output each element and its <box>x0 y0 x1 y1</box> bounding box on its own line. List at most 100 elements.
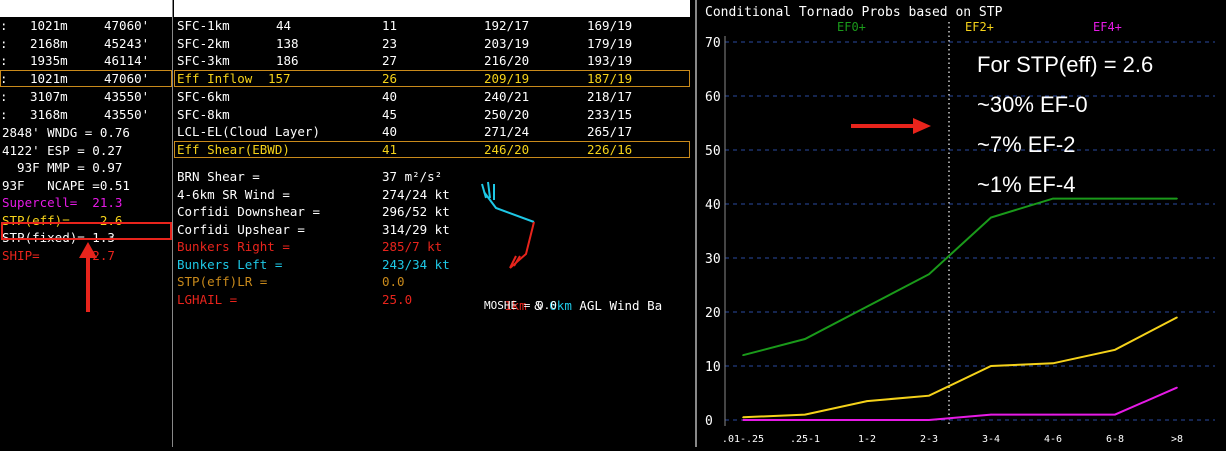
shear-value: 40 <box>382 124 398 140</box>
layer-name: SFC-2km <box>177 35 230 51</box>
data-point <box>928 419 930 421</box>
lfc-el-row: : 1935m 46114' <box>0 52 172 69</box>
param-value: 296/52 kt <box>382 204 450 219</box>
y-tick-label: 0 <box>705 414 713 429</box>
el-value: 43550' <box>104 106 150 122</box>
srw-value: 179/19 <box>587 35 633 51</box>
row-prefix: : <box>0 35 8 51</box>
srh-value: 186 <box>276 53 299 69</box>
param-value: 243/34 kt <box>382 256 450 272</box>
derived-param: Corfidi Upshear = 314/29 kt <box>174 221 474 238</box>
x-tick-label: .01-.25 <box>722 434 764 445</box>
mnwind-value: 250/20 <box>484 106 530 122</box>
param-value: 285/7 kt <box>382 239 443 254</box>
y-tick-label: 10 <box>705 360 721 375</box>
el-value: 46114' <box>104 53 150 69</box>
data-point <box>804 413 806 416</box>
data-point <box>1176 316 1178 319</box>
param-label: LGHAIL = <box>177 291 238 307</box>
shear-value: 45 <box>382 106 398 122</box>
x-tick-label: 1-2 <box>858 434 876 445</box>
data-point <box>742 354 744 357</box>
srw-value: 193/19 <box>587 53 633 69</box>
layer-name: SFC-3km <box>177 53 230 69</box>
x-tick-label: .25-1 <box>790 434 820 445</box>
mnwind-value: 216/20 <box>484 53 530 69</box>
x-tick-label: 2-3 <box>920 434 938 445</box>
el-value: 45243' <box>104 35 150 51</box>
mnwind-value: 203/19 <box>484 35 530 51</box>
param-value: 37 m²/s² <box>382 169 443 184</box>
mnwind-value: 271/24 <box>484 124 530 140</box>
row-prefix: : <box>0 53 8 69</box>
shear-row: SFC-2km 138 23 203/19 179/19 <box>174 35 690 52</box>
x-tick-label: 6-8 <box>1106 434 1124 445</box>
data-point <box>866 419 868 421</box>
shear-row: SFC-6km 40 240/21 218/17 <box>174 88 690 105</box>
right-arrow-icon <box>851 118 931 134</box>
param-label: STP(eff)LR = <box>177 274 268 289</box>
derived-param: LGHAIL = 25.0 <box>174 291 474 308</box>
data-point <box>1114 349 1116 351</box>
param-value: 25.0 <box>382 291 413 307</box>
lfc-el-row: : 1021m 47060' <box>0 17 172 34</box>
data-point <box>1176 386 1178 389</box>
chart-title: Conditional Tornado Probs based on STP <box>705 5 1003 20</box>
shear-value: 11 <box>382 18 398 33</box>
shear-row: LCL-EL(Cloud Layer) 40 271/24 265/17 <box>174 123 690 140</box>
shear-value: 40 <box>382 88 398 104</box>
lfc-el-row: : 3107m 43550' <box>0 88 172 105</box>
layer-name: LCL-EL(Cloud Layer) <box>177 124 320 140</box>
lfc-value: 3168m <box>30 106 68 122</box>
row-prefix: : <box>0 88 8 104</box>
data-point <box>1114 413 1116 416</box>
param-value: 274/24 kt <box>382 186 450 202</box>
data-point <box>990 216 992 219</box>
srh-value: 138 <box>276 35 299 51</box>
series-line <box>742 316 1178 419</box>
lfc-value: 1935m <box>30 53 68 69</box>
srw-value: 218/17 <box>587 88 633 104</box>
y-tick-label: 60 <box>705 90 721 105</box>
data-point <box>1176 197 1178 200</box>
annotation-line-3: ~7% EF-2 <box>977 132 1076 157</box>
left-highlight-row <box>0 70 172 88</box>
lfc-el-row: : 3168m 43550' <box>0 106 172 123</box>
lfc-value: 3107m <box>30 88 68 104</box>
shear-value: 23 <box>382 35 398 51</box>
wind-barbs-icon <box>481 181 535 269</box>
derived-param: Corfidi Downshear = 296/52 kt <box>174 203 474 220</box>
data-point <box>1052 362 1054 365</box>
wind-legend: 1km & 6km AGL Wind Ba <box>474 280 662 313</box>
data-point <box>1052 413 1054 416</box>
y-tick-label: 30 <box>705 252 721 267</box>
y-tick-label: 70 <box>705 36 721 51</box>
shear-row: SFC-3km 186 27 216/20 193/19 <box>174 52 690 69</box>
data-point <box>804 419 806 421</box>
lfc-value: 1021m <box>30 18 68 33</box>
layer-name: SFC-8km <box>177 106 230 122</box>
left-param: Supercell= 21.3 <box>2 195 123 210</box>
x-tick-label: >8 <box>1171 434 1183 445</box>
shear-row: SFC-8km 45 250/20 233/15 <box>174 106 690 123</box>
data-point <box>866 305 868 308</box>
tornado-prob-chart: Conditional Tornado Probs based on STP 0… <box>695 0 1226 447</box>
data-point <box>1114 197 1116 200</box>
data-point <box>804 338 806 340</box>
data-point <box>1052 197 1054 200</box>
legend-entry: EF4+ <box>1093 20 1122 34</box>
param-value: 0.0 <box>382 274 405 289</box>
derived-param: Bunkers Right = 285/7 kt <box>174 238 474 255</box>
srw-value: 233/15 <box>587 106 633 122</box>
legend-entry: EF2+ <box>965 20 994 34</box>
derived-param: STP(eff)LR = 0.0 <box>174 273 474 290</box>
data-point <box>990 413 992 416</box>
up-arrow-icon <box>79 242 97 312</box>
wind-legend-rest: AGL Wind Ba <box>571 298 663 313</box>
left-param: 4122' ESP = 0.27 <box>2 142 123 158</box>
derived-param: BRN Shear = 37 m²/s² <box>174 168 474 185</box>
mnwind-value: 240/21 <box>484 88 530 104</box>
srw-value: 169/19 <box>587 18 633 33</box>
param-label: Corfidi Upshear = <box>177 221 305 237</box>
layer-name: SFC-6km <box>177 88 230 104</box>
